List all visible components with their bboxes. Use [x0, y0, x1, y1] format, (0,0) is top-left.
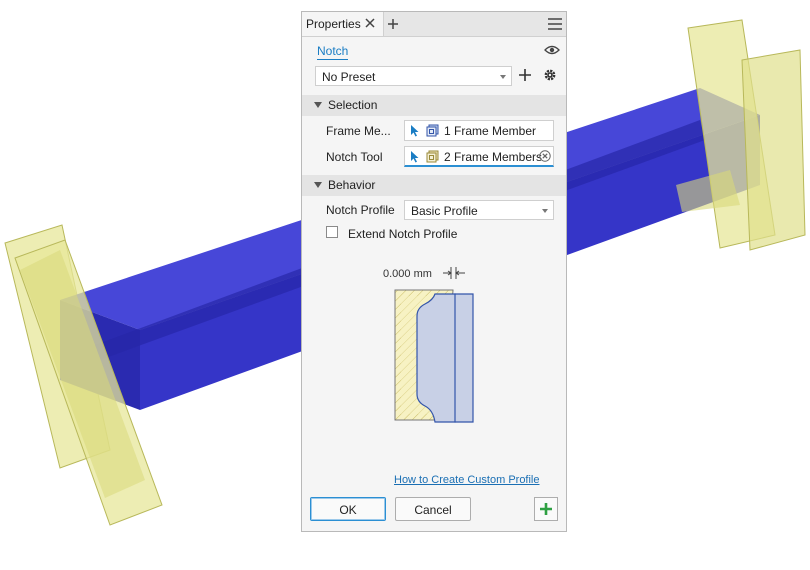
collapse-chevron-icon — [314, 182, 322, 188]
notch-tool-value: 2 Frame Members — [444, 150, 543, 164]
notch-profile-label: Notch Profile — [326, 203, 395, 217]
add-preset-icon[interactable] — [518, 68, 532, 82]
notch-profile-dropdown[interactable]: Basic Profile — [404, 200, 554, 220]
cancel-button-label: Cancel — [414, 503, 452, 517]
notch-profile-value: Basic Profile — [411, 204, 478, 218]
selection-section-header[interactable]: Selection — [302, 95, 566, 116]
selection-header-label: Selection — [328, 98, 378, 112]
extend-notch-profile-label: Extend Notch Profile — [348, 227, 458, 241]
gear-icon[interactable] — [543, 68, 557, 82]
tab-properties[interactable]: Properties — [302, 12, 384, 36]
properties-panel: Properties Notch No Preset Selection Fra… — [301, 11, 567, 532]
frame-member-value: 1 Frame Member — [444, 124, 537, 138]
ok-button[interactable]: OK — [310, 497, 386, 521]
apply-button[interactable] — [534, 497, 558, 521]
panel-tab-bar: Properties — [302, 12, 566, 37]
notch-tool-icon — [426, 150, 439, 163]
eye-icon[interactable] — [544, 44, 560, 56]
select-cursor-icon — [411, 151, 419, 163]
notch-tool-label: Notch Tool — [326, 150, 383, 164]
notch-profile-preview — [394, 289, 474, 423]
offset-dimension-icon — [443, 267, 465, 279]
tab-properties-label: Properties — [306, 17, 361, 31]
frame-member-selector[interactable]: 1 Frame Member — [404, 120, 554, 141]
clear-selection-icon[interactable] — [539, 150, 551, 162]
offset-value[interactable]: 0.000 mm — [383, 268, 432, 280]
add-tab-icon[interactable] — [386, 17, 400, 31]
notch-tool-selector[interactable]: 2 Frame Members — [404, 146, 554, 167]
cancel-button[interactable]: Cancel — [395, 497, 471, 521]
tool-name-link[interactable]: Notch — [317, 44, 349, 60]
custom-profile-help-link[interactable]: How to Create Custom Profile — [394, 474, 540, 486]
ok-button-label: OK — [339, 503, 357, 517]
select-cursor-icon — [411, 125, 419, 137]
frame-member-icon — [426, 124, 439, 137]
chevron-down-icon — [500, 75, 506, 79]
behavior-header-label: Behavior — [328, 178, 376, 192]
preset-value: No Preset — [322, 70, 376, 84]
close-icon[interactable] — [364, 17, 376, 29]
frame-member-label: Frame Me... — [326, 124, 391, 138]
chevron-down-icon — [542, 209, 548, 213]
hamburger-menu-icon[interactable] — [547, 17, 563, 31]
collapse-chevron-icon — [314, 102, 322, 108]
plus-icon — [540, 503, 552, 515]
preset-dropdown[interactable]: No Preset — [315, 66, 512, 86]
extend-notch-profile-checkbox[interactable] — [326, 226, 338, 238]
behavior-section-header[interactable]: Behavior — [302, 175, 566, 196]
